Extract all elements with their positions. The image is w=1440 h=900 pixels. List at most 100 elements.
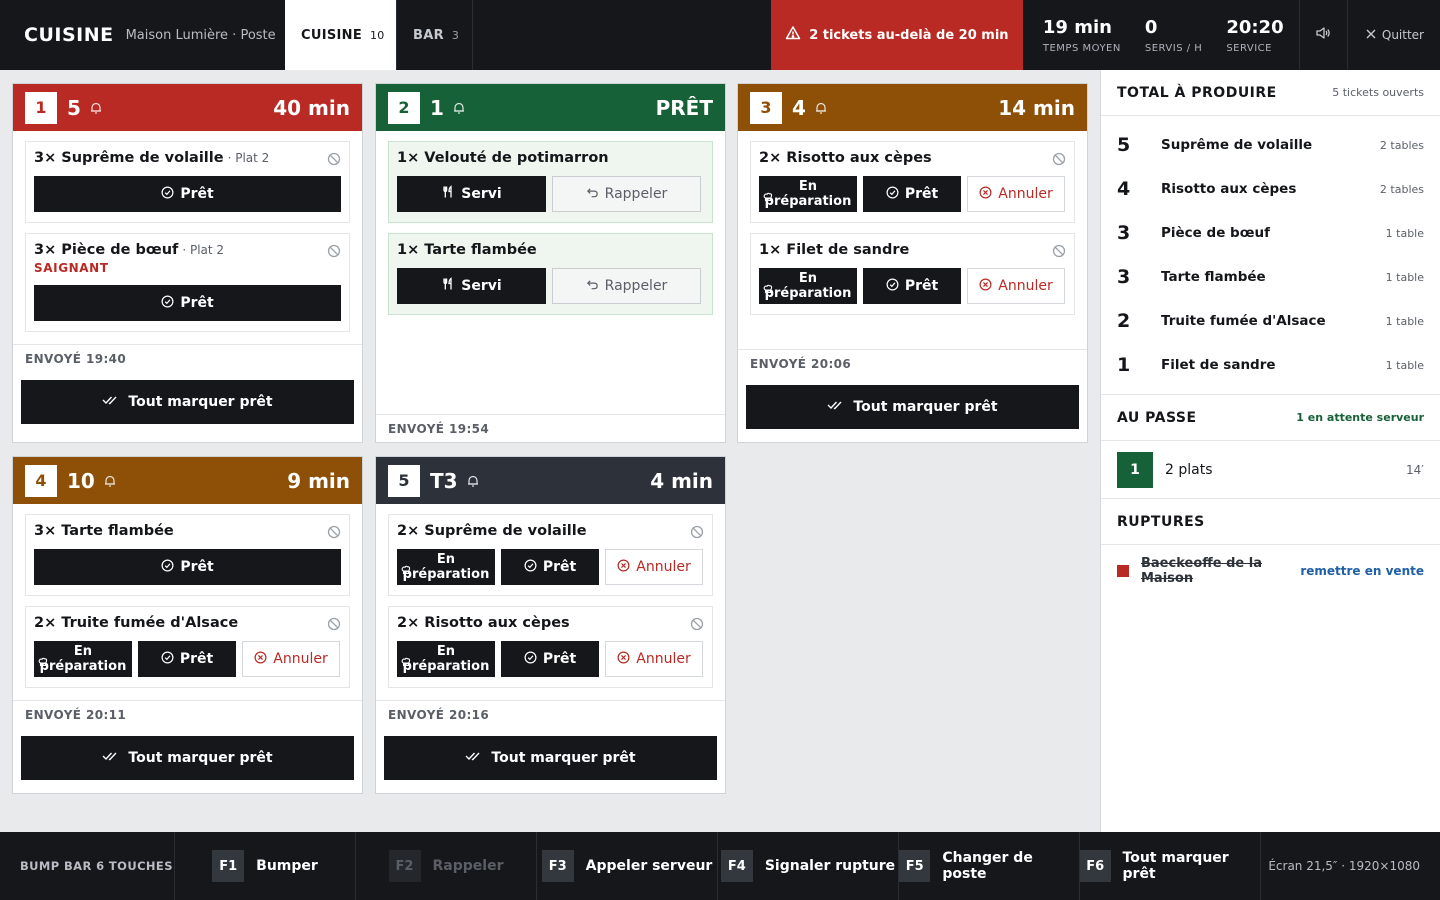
cancel-button[interactable]: Annuler <box>605 549 703 585</box>
item-name: 3× Pièce de bœuf · Plat 2 <box>34 242 225 258</box>
total-row[interactable]: 4 Risotto aux cèpes 2 tables <box>1101 167 1440 211</box>
total-row[interactable]: 2 Truite fumée d'Alsace 1 table <box>1101 299 1440 343</box>
key-cap: F4 <box>720 850 753 882</box>
ticket-items: 2× Suprême de volaille En préparation Prê… <box>376 514 725 688</box>
tab-bar[interactable]: BAR 3 <box>397 0 473 70</box>
total-dish: Pièce de bœuf <box>1161 225 1270 241</box>
ready-button[interactable]: Prêt <box>501 641 599 677</box>
ready-button[interactable]: Prêt <box>863 268 961 304</box>
in-preparation-button[interactable]: En préparation <box>759 268 857 304</box>
f6-mark-all-ready-key[interactable]: F6 Tout marquer prêt <box>1080 832 1261 900</box>
item-course: · Plat 2 <box>182 243 225 257</box>
total-dish: Truite fumée d'Alsace <box>1161 313 1326 329</box>
mark-all-ready-button[interactable]: Tout marquer prêt <box>21 736 354 780</box>
block-icon[interactable] <box>327 151 341 170</box>
bell-icon[interactable] <box>452 101 466 115</box>
passe-title: AU PASSE <box>1117 409 1197 426</box>
block-icon[interactable] <box>1052 243 1066 262</box>
mark-all-ready-button[interactable]: Tout marquer prêt <box>746 385 1079 429</box>
chef-hat-icon <box>401 564 411 579</box>
key-label: Tout marquer prêt <box>1122 850 1229 882</box>
check-circle-icon <box>161 651 174 668</box>
double-check-icon <box>102 750 118 766</box>
ticket-elapsed-time: 40 min <box>273 95 350 120</box>
total-row[interactable]: 3 Tarte flambée 1 table <box>1101 255 1440 299</box>
total-row[interactable]: 5 Suprême de volaille 2 tables <box>1101 123 1440 167</box>
block-icon[interactable] <box>1052 151 1066 170</box>
sent-time: ENVOYÉ 20:11 <box>13 700 362 728</box>
quit-button[interactable]: Quitter <box>1348 0 1440 70</box>
x-circle-icon <box>254 651 267 668</box>
total-dish: Risotto aux cèpes <box>1161 181 1297 197</box>
bell-icon[interactable] <box>814 101 828 115</box>
in-preparation-button[interactable]: En préparation <box>397 641 495 677</box>
total-dish: Tarte flambée <box>1161 269 1266 285</box>
cancel-button[interactable]: Annuler <box>967 268 1065 304</box>
cancel-button[interactable]: Annuler <box>605 641 703 677</box>
block-icon[interactable] <box>327 243 341 262</box>
ticket-header: 1 5 40 min <box>13 84 362 131</box>
cancel-button[interactable]: Annuler <box>967 176 1065 212</box>
key-label: Rappeler <box>432 858 504 874</box>
mark-all-ready-button[interactable]: Tout marquer prêt <box>21 380 354 424</box>
bell-icon[interactable] <box>103 474 117 488</box>
x-circle-icon <box>979 186 992 203</box>
sound-toggle-button[interactable] <box>1300 0 1348 70</box>
ready-button[interactable]: Prêt <box>34 549 341 585</box>
item-name: 2× Suprême de volaille <box>397 523 587 539</box>
late-tickets-alert[interactable]: 2 tickets au-delà de 20 min <box>770 0 1023 70</box>
ticket-elapsed-time: 14 min <box>998 95 1075 120</box>
ticket-item: 2× Risotto aux cèpes En préparation Prêt … <box>750 141 1075 223</box>
bell-icon[interactable] <box>89 101 103 115</box>
alert-text: 2 tickets au-delà de 20 min <box>809 27 1009 43</box>
ready-button[interactable]: Prêt <box>34 176 341 212</box>
served-button[interactable]: Servi <box>397 176 546 212</box>
ready-button[interactable]: Prêt <box>34 285 341 321</box>
restore-dish-link[interactable]: remettre en vente <box>1300 564 1424 578</box>
check-circle-icon <box>524 559 537 576</box>
total-row[interactable]: 3 Pièce de bœuf 1 table <box>1101 211 1440 255</box>
block-icon[interactable] <box>690 524 704 543</box>
tab-label: BAR <box>413 27 444 43</box>
tab-cuisine[interactable]: CUISINE 10 <box>285 0 397 70</box>
f1-bump-key[interactable]: F1 Bumper <box>175 832 356 900</box>
cancel-button[interactable]: Annuler <box>242 641 340 677</box>
ticket-number: 1 <box>25 91 57 124</box>
passe-dish-count: 2 plats <box>1165 461 1213 478</box>
total-row[interactable]: 1 Filet de sandre 1 table <box>1101 343 1440 387</box>
mark-all-ready-button[interactable]: Tout marquer prêt <box>384 736 717 780</box>
recall-button[interactable]: Rappeler <box>552 176 701 212</box>
served-button[interactable]: Servi <box>397 268 546 304</box>
in-preparation-button[interactable]: En préparation <box>397 549 495 585</box>
ticket-items: 3× Tarte flambée Prêt 2× Truite fumée d'… <box>13 514 362 688</box>
passe-ticket[interactable]: 1 2 plats 14′ <box>1101 441 1440 499</box>
fork-knife-icon <box>441 277 455 295</box>
double-check-icon <box>465 750 481 766</box>
rupture-row: Baeckeoffe de la Maison remettre en vent… <box>1101 545 1440 597</box>
check-circle-icon <box>886 186 899 203</box>
in-preparation-button[interactable]: En préparation <box>759 176 857 212</box>
item-name: 2× Truite fumée d'Alsace <box>34 615 239 631</box>
chef-hat-icon <box>763 283 773 298</box>
ready-button[interactable]: Prêt <box>501 549 599 585</box>
ticket-table: 5 <box>67 95 81 120</box>
f4-report-shortage-key[interactable]: F4 Signaler rupture <box>718 832 899 900</box>
total-qty: 2 <box>1117 310 1131 332</box>
f3-call-server-key[interactable]: F3 Appeler serveur <box>537 832 718 900</box>
block-icon[interactable] <box>690 616 704 635</box>
ready-button[interactable]: Prêt <box>138 641 236 677</box>
ready-button[interactable]: Prêt <box>863 176 961 212</box>
total-tables: 2 tables <box>1379 138 1424 152</box>
fork-knife-icon <box>441 185 455 203</box>
f5-change-station-key[interactable]: F5 Changer de poste <box>899 832 1080 900</box>
ticket-elapsed-time: 4 min <box>650 468 713 493</box>
screen-info: Écran 21,5″ · 1920×1080 <box>1268 859 1420 873</box>
passe-status: 1 en attente serveur <box>1296 411 1424 424</box>
in-preparation-button[interactable]: En préparation <box>34 641 132 677</box>
bell-icon[interactable] <box>466 474 480 488</box>
block-icon[interactable] <box>327 524 341 543</box>
recall-button[interactable]: Rappeler <box>552 268 701 304</box>
f2-recall-key[interactable]: F2 Rappeler <box>356 832 537 900</box>
block-icon[interactable] <box>327 616 341 635</box>
metric-label: SERVICE <box>1226 42 1272 54</box>
